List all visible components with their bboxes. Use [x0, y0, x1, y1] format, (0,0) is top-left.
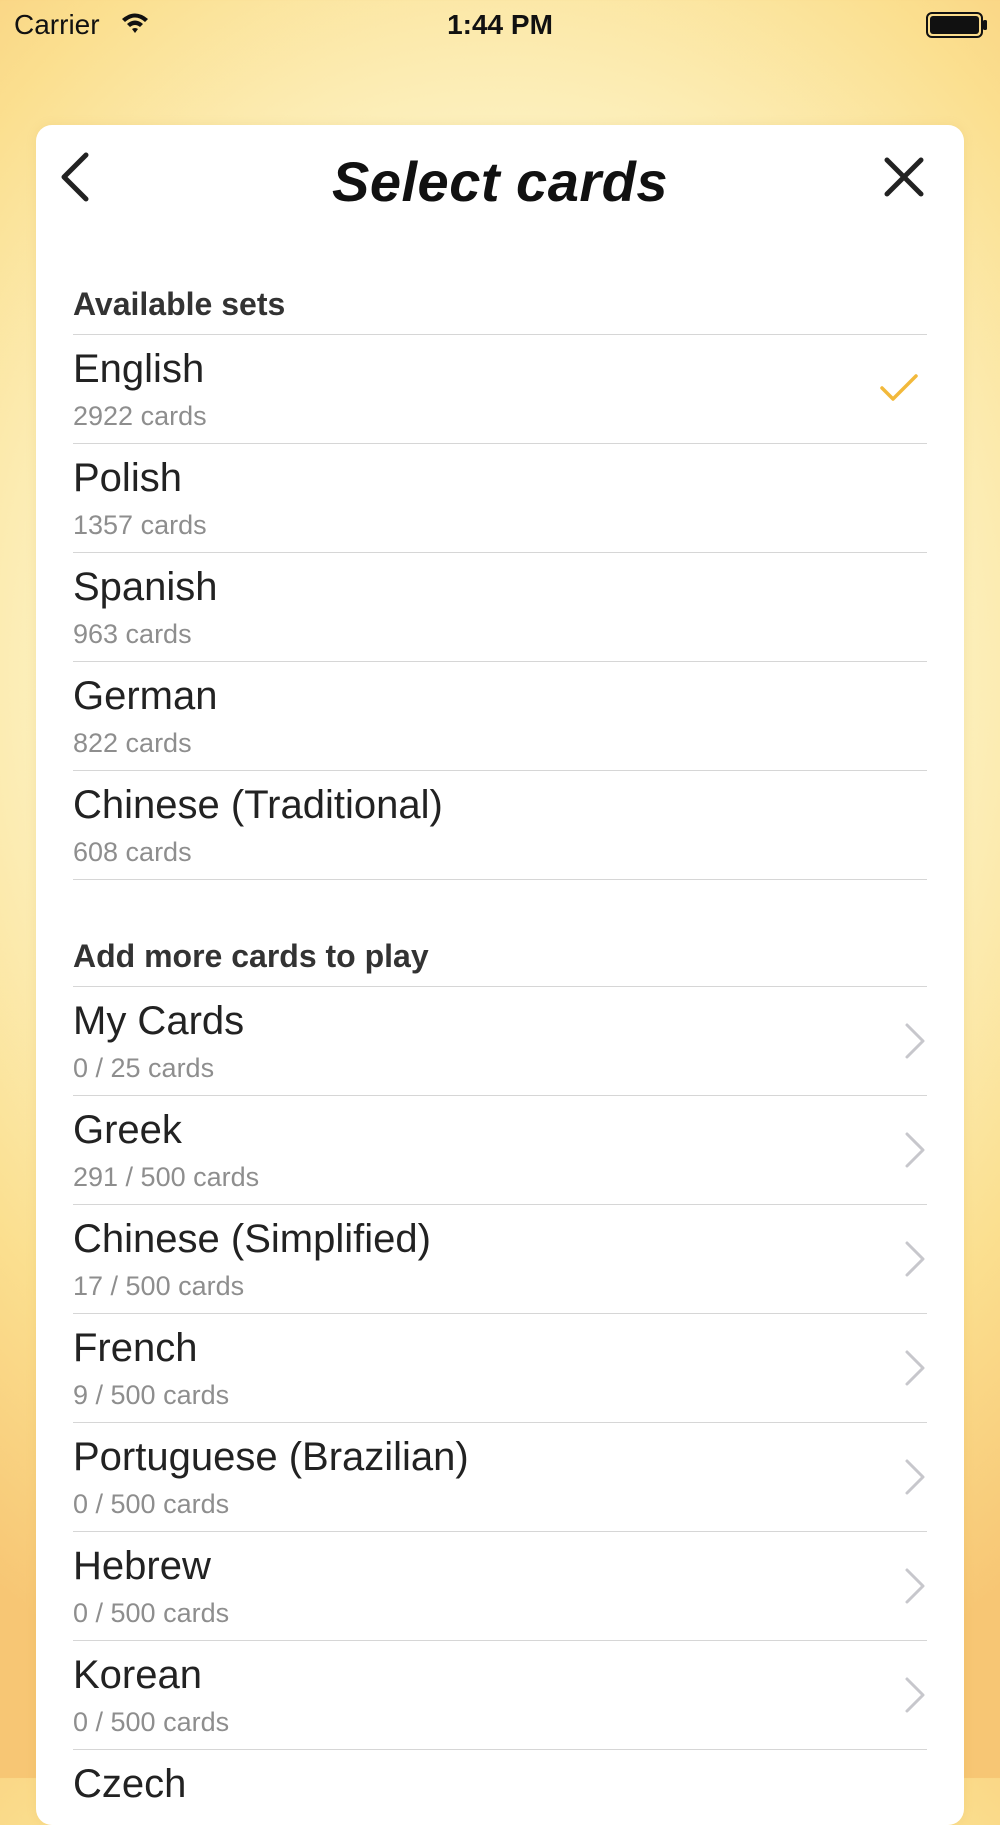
set-count: 0 / 500 cards	[73, 1707, 230, 1737]
set-row-chinese-traditional[interactable]: Chinese (Traditional) 608 cards	[73, 771, 927, 880]
chevron-right-icon	[905, 1132, 925, 1168]
more-row-my-cards[interactable]: My Cards 0 / 25 cards	[73, 987, 927, 1096]
status-bar: Carrier 1:44 PM	[0, 0, 1000, 50]
set-name: Czech	[73, 1762, 187, 1806]
more-row-portuguese-brazilian[interactable]: Portuguese (Brazilian) 0 / 500 cards	[73, 1423, 927, 1532]
set-name: Chinese (Traditional)	[73, 783, 443, 827]
more-row-czech[interactable]: Czech	[73, 1750, 927, 1825]
set-name: English	[73, 347, 205, 391]
chevron-right-icon	[905, 1350, 925, 1386]
chevron-right-icon	[905, 1023, 925, 1059]
set-name: Polish	[73, 456, 182, 500]
more-row-greek[interactable]: Greek 291 / 500 cards	[73, 1096, 927, 1205]
clock: 1:44 PM	[447, 9, 553, 40]
section-header-add-more: Add more cards to play	[73, 923, 927, 987]
set-count: 0 / 500 cards	[73, 1598, 230, 1628]
set-name: German	[73, 674, 218, 718]
available-sets-section: Available sets English 2922 cards Polish…	[73, 271, 927, 880]
set-count: 963 cards	[73, 619, 192, 649]
set-count: 291 / 500 cards	[73, 1162, 260, 1192]
more-row-hebrew[interactable]: Hebrew 0 / 500 cards	[73, 1532, 927, 1641]
set-name: Portuguese (Brazilian)	[73, 1435, 469, 1479]
close-icon	[884, 157, 924, 197]
page-title: Select cards	[332, 150, 668, 213]
set-count: 0 / 500 cards	[73, 1489, 230, 1519]
set-row-polish[interactable]: Polish 1357 cards	[73, 444, 927, 553]
set-count: 0 / 25 cards	[73, 1053, 215, 1083]
set-row-german[interactable]: German 822 cards	[73, 662, 927, 771]
section-header-available-sets: Available sets	[73, 271, 927, 335]
more-row-french[interactable]: French 9 / 500 cards	[73, 1314, 927, 1423]
more-row-chinese-simplified[interactable]: Chinese (Simplified) 17 / 500 cards	[73, 1205, 927, 1314]
set-name: My Cards	[73, 999, 245, 1043]
checkmark-icon	[880, 374, 918, 401]
set-name: Greek	[73, 1108, 182, 1152]
set-name: Korean	[73, 1653, 202, 1697]
set-name: French	[73, 1326, 198, 1370]
set-count: 822 cards	[73, 728, 192, 758]
more-row-korean[interactable]: Korean 0 / 500 cards	[73, 1641, 927, 1750]
set-row-english[interactable]: English 2922 cards	[73, 335, 927, 444]
set-name: Spanish	[73, 565, 218, 609]
chevron-right-icon	[905, 1241, 925, 1277]
set-name: Hebrew	[73, 1544, 211, 1588]
set-row-spanish[interactable]: Spanish 963 cards	[73, 553, 927, 662]
chevron-right-icon	[905, 1677, 925, 1713]
set-count: 1357 cards	[73, 510, 207, 540]
chevron-right-icon	[905, 1568, 925, 1604]
add-more-cards-section: Add more cards to play My Cards 0 / 25 c…	[73, 923, 927, 1825]
chevron-right-icon	[905, 1459, 925, 1495]
set-name: Chinese (Simplified)	[73, 1217, 431, 1261]
set-count: 608 cards	[73, 837, 192, 867]
set-count: 9 / 500 cards	[73, 1380, 230, 1410]
set-count: 17 / 500 cards	[73, 1271, 245, 1301]
close-button[interactable]	[874, 147, 934, 207]
battery-icon	[926, 12, 987, 38]
select-cards-panel: Select cards Available sets English 2922…	[36, 125, 964, 1825]
panel-header: Select cards	[36, 125, 964, 235]
set-count: 2922 cards	[73, 401, 207, 431]
